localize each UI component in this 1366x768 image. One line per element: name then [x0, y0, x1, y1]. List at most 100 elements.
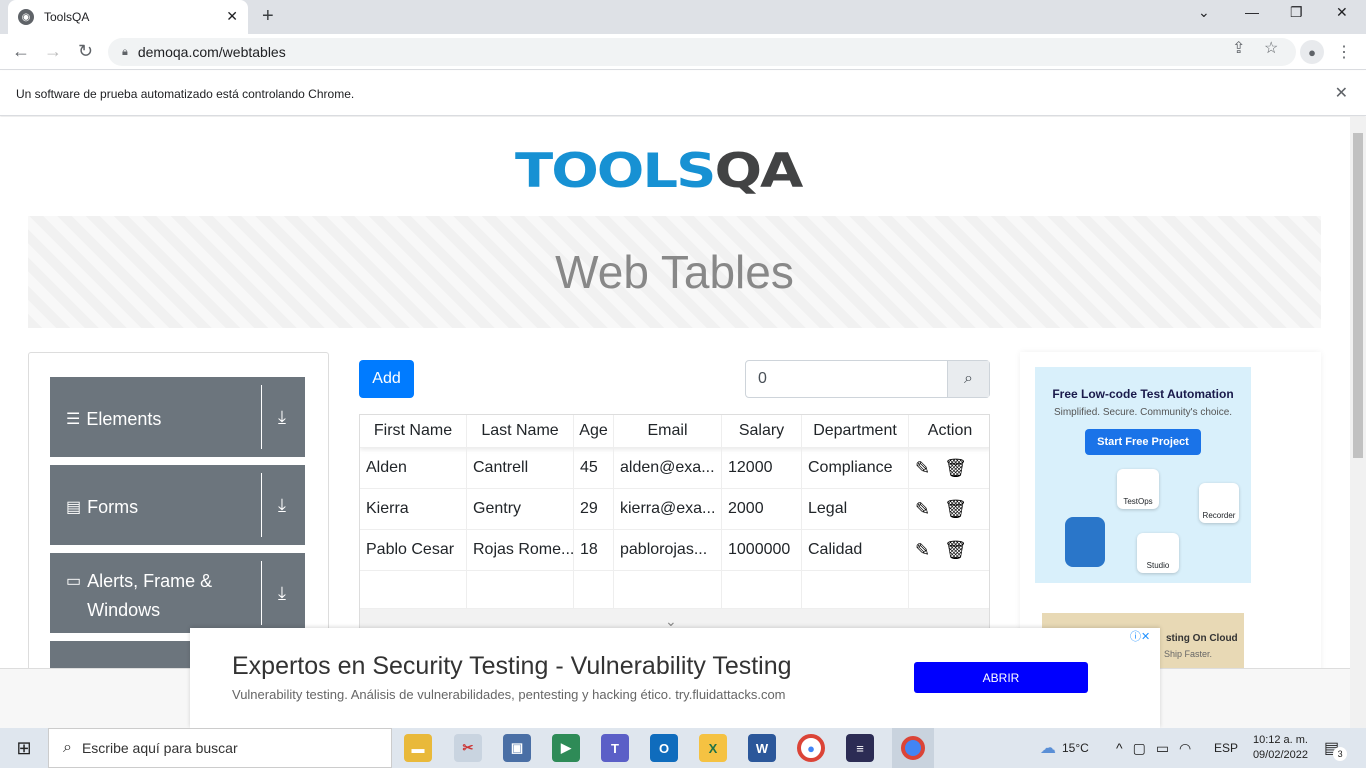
- toolsqa-logo[interactable]: TOOLS QA: [515, 131, 803, 211]
- system-tray-icons[interactable]: ^ ▢ ▭ ◠: [1116, 728, 1191, 768]
- table-header: First Name Last Name Age Email Salary De…: [360, 415, 989, 448]
- delete-trash-icon[interactable]: 🗑︎: [944, 499, 967, 520]
- add-button[interactable]: Add: [359, 360, 414, 398]
- media-app-icon[interactable]: ▶: [552, 734, 580, 762]
- chrome-active-icon[interactable]: [892, 728, 934, 768]
- table-cell: kierra@exa...: [614, 489, 722, 529]
- table-cell: [467, 571, 574, 608]
- excel-like-icon[interactable]: X: [699, 734, 727, 762]
- reload-icon[interactable]: ↻: [78, 41, 93, 62]
- table-cell: Kierra: [360, 489, 467, 529]
- side-ad-headline: Free Low-code Test Automation: [1052, 387, 1234, 401]
- table-cell: 1000000: [722, 530, 802, 570]
- table-cell: alden@exa...: [614, 448, 722, 488]
- battery-icon[interactable]: ▭: [1156, 740, 1169, 757]
- edit-pencil-icon[interactable]: ✎: [915, 499, 930, 520]
- table-cell: Legal: [802, 489, 909, 529]
- restore-icon[interactable]: ❐: [1290, 4, 1303, 21]
- bottom-ad[interactable]: Expertos en Security Testing - Vulnerabi…: [190, 628, 1160, 728]
- divider: [261, 385, 262, 449]
- taskbar-search-placeholder: Escribe aquí para buscar: [81, 740, 238, 756]
- forward-icon[interactable]: →: [44, 41, 62, 62]
- cloud-icon: ☁: [1040, 740, 1056, 757]
- automation-infobar: Un software de prueba automatizado está …: [0, 71, 1366, 116]
- language-text: ESP: [1214, 741, 1239, 755]
- table-cell: 2000: [722, 489, 802, 529]
- table-cell: 12000: [722, 448, 802, 488]
- notification-center-icon[interactable]: ▤ 3: [1324, 728, 1348, 768]
- minimize-icon[interactable]: —: [1245, 4, 1259, 20]
- browser-toolbar: ← → ↻ 🔒︎ demoqa.com/webtables ⇪ ☆: [0, 34, 1366, 70]
- logo-text-qa: QA: [714, 143, 803, 199]
- menu-kebab-icon[interactable]: ⋮: [1336, 42, 1352, 62]
- share-icon[interactable]: ⇪: [1232, 38, 1245, 58]
- browser-tab[interactable]: ◉ ToolsQA ✕: [8, 0, 248, 34]
- teams-icon[interactable]: T: [601, 734, 629, 762]
- page-scrollbar[interactable]: [1350, 117, 1366, 728]
- address-bar[interactable]: 🔒︎ demoqa.com/webtables: [108, 38, 1296, 66]
- logo-text-tools: TOOLS: [515, 143, 716, 199]
- tab-search-icon[interactable]: ⌄: [1198, 4, 1210, 21]
- clock[interactable]: 10:12 a. m. 09/02/2022: [1246, 728, 1308, 768]
- delete-trash-icon[interactable]: 🗑︎: [944, 540, 967, 561]
- sidebar-group-forms[interactable]: ▤ Forms ⤓: [50, 465, 305, 545]
- delete-trash-icon[interactable]: 🗑︎: [944, 458, 967, 479]
- weather-tray[interactable]: ☁ 15°C: [1040, 728, 1089, 768]
- sidebar-group-alerts[interactable]: ▭ Alerts, Frame & Windows ⤓: [50, 553, 305, 633]
- divider: [261, 473, 262, 537]
- badge-label: Studio: [1146, 561, 1170, 570]
- search-input[interactable]: 0: [746, 361, 947, 397]
- new-tab-icon[interactable]: +: [262, 5, 274, 28]
- header-cell[interactable]: Salary: [722, 415, 802, 447]
- page-title: Web Tables: [555, 246, 794, 298]
- outlook-icon[interactable]: O: [650, 734, 678, 762]
- side-ad-card[interactable]: Free Low-code Test Automation Simplified…: [1035, 367, 1251, 583]
- open-ad-button[interactable]: ABRIR: [914, 662, 1088, 693]
- close-tab-icon[interactable]: ✕: [226, 8, 238, 25]
- table-cell: Cantrell: [467, 448, 574, 488]
- bookmark-star-icon[interactable]: ☆: [1264, 38, 1278, 58]
- infobar-close-icon[interactable]: ✕: [1335, 83, 1348, 103]
- word-icon[interactable]: W: [748, 734, 776, 762]
- language-indicator[interactable]: ESP: [1214, 728, 1238, 768]
- windows-start-icon[interactable]: ⊞: [0, 728, 48, 768]
- device-icon[interactable]: ▢: [1133, 740, 1146, 757]
- second-ad-text: sting On Cloud: [1166, 633, 1238, 644]
- second-ad-sub: Ship Faster.: [1164, 649, 1213, 659]
- table-cell: pablorojas...: [614, 530, 722, 570]
- download-icon: ⤓: [278, 495, 286, 515]
- start-free-project-button[interactable]: Start Free Project: [1085, 429, 1201, 455]
- window-icon: ▭: [66, 573, 82, 590]
- window-close-icon[interactable]: ✕: [1336, 4, 1348, 21]
- header-cell[interactable]: Email: [614, 415, 722, 447]
- edit-pencil-icon[interactable]: ✎: [915, 458, 930, 479]
- date-text: 09/02/2022: [1252, 749, 1308, 761]
- infobar-text: Un software de prueba automatizado está …: [16, 87, 355, 101]
- header-cell[interactable]: First Name: [360, 415, 467, 447]
- sidebar: ☰ Elements ⤓ ▤ Forms ⤓ ▭ Alerts, Frame & Wi…: [28, 352, 329, 668]
- back-icon[interactable]: ←: [12, 41, 30, 62]
- table-cell: Rojas Rome...: [467, 530, 574, 570]
- chrome-icon[interactable]: ●: [797, 734, 825, 762]
- profile-avatar-icon[interactable]: ●: [1300, 40, 1324, 64]
- header-cell[interactable]: Department: [802, 415, 909, 447]
- app-icon[interactable]: ▣: [503, 734, 531, 762]
- hamburger-icon: ☰: [66, 411, 81, 428]
- scrollbar-thumb[interactable]: [1353, 133, 1363, 458]
- eclipse-icon[interactable]: ≡: [846, 734, 874, 762]
- chevron-up-icon[interactable]: ^: [1116, 740, 1123, 756]
- badge-label: TestOps: [1123, 497, 1153, 506]
- file-explorer-icon[interactable]: ▬: [404, 734, 432, 762]
- header-cell[interactable]: Action: [909, 415, 989, 447]
- sidebar-group-elements[interactable]: ☰ Elements ⤓: [50, 377, 305, 457]
- testops-badge: TestOps: [1117, 469, 1159, 509]
- ad-info-close-icon[interactable]: ⓘ✕: [1130, 628, 1150, 644]
- edit-pencil-icon[interactable]: ✎: [915, 540, 930, 561]
- header-cell[interactable]: Last Name: [467, 415, 574, 447]
- windows-taskbar: ⊞ ⌕ Escribe aquí para buscar ▬ ✂ ▣ ▶ T O…: [0, 728, 1366, 768]
- wifi-icon[interactable]: ◠: [1179, 740, 1191, 757]
- taskbar-search[interactable]: ⌕ Escribe aquí para buscar: [48, 728, 392, 768]
- snip-tool-icon[interactable]: ✂: [454, 734, 482, 762]
- search-icon[interactable]: ⌕: [947, 361, 989, 397]
- header-cell[interactable]: Age: [574, 415, 614, 447]
